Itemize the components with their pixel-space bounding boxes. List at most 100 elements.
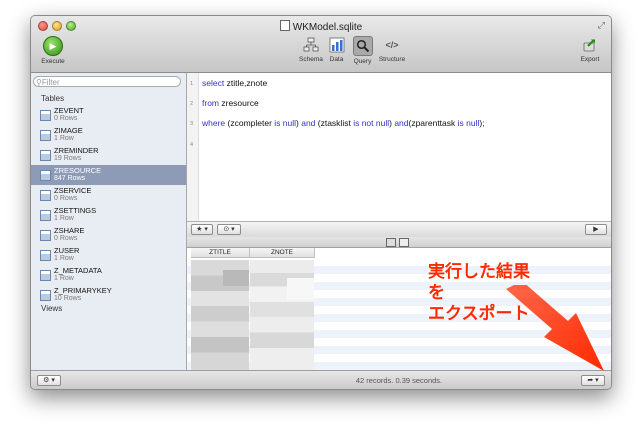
redacted-block bbox=[223, 270, 249, 286]
table-rows: 1 Row bbox=[54, 255, 74, 262]
data-label: Data bbox=[329, 56, 344, 63]
sidebar-item-zsettings[interactable]: ZSETTINGS 1 Row bbox=[31, 205, 186, 225]
table-icon bbox=[40, 190, 51, 201]
line-number: 4 bbox=[190, 142, 194, 148]
table-name: ZSERVICE bbox=[54, 186, 92, 195]
table-rows: 0 Rows bbox=[54, 115, 78, 122]
table-icon bbox=[40, 210, 51, 221]
table-icon bbox=[40, 170, 51, 181]
table-rows: 1 Row bbox=[54, 135, 74, 142]
clock-icon: ⊙ bbox=[223, 226, 230, 233]
editor-toolbar: ★ ▾ ⊙ ▾ ▶ bbox=[187, 221, 611, 238]
line-number: 1 bbox=[190, 81, 194, 87]
table-rows: 19 Rows bbox=[54, 155, 82, 162]
table-icon bbox=[40, 250, 51, 261]
sidebar-item-zshare[interactable]: ZSHARE 0 Rows bbox=[31, 225, 186, 245]
sidebar-item-z-primarykey[interactable]: Z_PRIMARYKEY 10 Rows bbox=[31, 285, 186, 305]
table-icon bbox=[40, 290, 51, 301]
table-name: ZREMINDER bbox=[54, 146, 99, 155]
code-text: ); bbox=[479, 118, 485, 128]
table-name: ZUSER bbox=[54, 246, 80, 255]
query-button[interactable]: Query bbox=[351, 36, 374, 65]
table-name: ZRESOURCE bbox=[54, 166, 102, 175]
code-text: (zcompleter bbox=[225, 118, 275, 128]
sidebar-item-zuser[interactable]: ZUSER 1 Row bbox=[31, 245, 186, 265]
column-header-znote[interactable]: ZNOTE bbox=[250, 248, 315, 258]
titlebar: WKModel.sqlite ⤢ ▶ Execute Schema Data Q… bbox=[31, 16, 611, 73]
table-name: ZEVENT bbox=[54, 106, 84, 115]
data-button[interactable]: Data bbox=[325, 36, 348, 65]
code-text: (ztasklist bbox=[315, 118, 354, 128]
line-number: 2 bbox=[190, 101, 194, 107]
schema-button[interactable]: Schema bbox=[299, 36, 323, 65]
redacted-note-cells bbox=[250, 260, 314, 370]
results-toolbar bbox=[187, 237, 611, 248]
bar-chart-icon bbox=[328, 36, 346, 54]
export-button[interactable]: Export bbox=[577, 36, 603, 63]
annotation-line-1: 実行した結果 bbox=[428, 262, 530, 281]
export-label: Export bbox=[580, 56, 600, 63]
table-rows: 10 Rows bbox=[54, 295, 82, 302]
keyword: where bbox=[202, 118, 226, 128]
fullscreen-icon[interactable]: ⤢ bbox=[598, 20, 605, 31]
favorites-menu-button[interactable]: ★ ▾ bbox=[191, 224, 213, 235]
schema-label: Schema bbox=[299, 56, 323, 63]
redacted-block bbox=[287, 278, 314, 300]
magnifier-icon bbox=[352, 36, 373, 56]
keyword: is null bbox=[457, 118, 480, 128]
query-label: Query bbox=[353, 58, 372, 65]
views-header: Views bbox=[41, 304, 63, 313]
table-rows: 1 Row bbox=[54, 275, 74, 282]
structure-button[interactable]: </> Structure bbox=[377, 36, 407, 65]
sidebar-item-z-metadata[interactable]: Z_METADATA 1 Row bbox=[31, 265, 186, 285]
annotation-arrow-icon bbox=[506, 285, 604, 371]
table-icon bbox=[40, 150, 51, 161]
sql-editor[interactable]: 1 2 3 4 select ztitle,znote from zresour… bbox=[187, 73, 611, 221]
run-query-button[interactable]: ▶ bbox=[585, 224, 607, 235]
execute-label: Execute bbox=[41, 58, 65, 65]
sidebar-item-zresource[interactable]: ZRESOURCE 847 Rows bbox=[31, 165, 186, 185]
filter-search-field[interactable]: ⚲Filter bbox=[33, 76, 181, 87]
sidebar-item-zimage[interactable]: ZIMAGE 1 Row bbox=[31, 125, 186, 145]
table-icon bbox=[40, 270, 51, 281]
folder-icon[interactable] bbox=[386, 238, 396, 247]
table-name: ZIMAGE bbox=[54, 126, 83, 135]
code-brackets-icon: </> bbox=[385, 40, 399, 50]
sidebar-item-zreminder[interactable]: ZREMINDER 19 Rows bbox=[31, 145, 186, 165]
status-text: 42 records. 0.39 seconds. bbox=[355, 376, 443, 385]
table-name: Z_PRIMARYKEY bbox=[54, 286, 112, 295]
execute-button[interactable]: ▶ Execute bbox=[38, 36, 68, 65]
settings-menu-button[interactable]: ⚙ ▾ bbox=[37, 375, 61, 386]
share-arrow-icon: ➦ bbox=[587, 377, 594, 384]
export-icon bbox=[581, 36, 599, 54]
keyword: select bbox=[202, 78, 225, 88]
line-number: 3 bbox=[190, 121, 194, 127]
table-icon bbox=[40, 130, 51, 141]
view-switcher: Schema Data Query </> Structure bbox=[299, 36, 407, 65]
sidebar-item-zservice[interactable]: ZSERVICE 0 Rows bbox=[31, 185, 186, 205]
window-title: WKModel.sqlite bbox=[31, 20, 611, 33]
code-line-2: from zresource bbox=[202, 98, 259, 108]
keyword: is null bbox=[274, 118, 297, 128]
code-line-1: select ztitle,znote bbox=[202, 78, 267, 88]
keyword: and bbox=[394, 118, 409, 128]
table-rows: 1 Row bbox=[54, 215, 74, 222]
attachment-icon[interactable] bbox=[399, 238, 409, 247]
document-icon bbox=[279, 20, 290, 31]
play-icon: ▶ bbox=[593, 226, 599, 233]
sidebar-item-zevent[interactable]: ZEVENT 0 Rows bbox=[31, 105, 186, 125]
table-icon bbox=[40, 110, 51, 121]
code-text: (zparenttask bbox=[408, 118, 458, 128]
table-name: ZSHARE bbox=[54, 226, 85, 235]
code-text: ztitle,znote bbox=[224, 78, 268, 88]
schema-icon bbox=[302, 36, 320, 54]
keyword: and bbox=[301, 118, 316, 128]
line-gutter: 1 2 3 4 bbox=[187, 73, 199, 221]
column-header-ztitle[interactable]: ZTITLE bbox=[191, 248, 250, 258]
table-rows: 847 Rows bbox=[54, 175, 86, 182]
star-icon: ★ bbox=[196, 226, 203, 233]
structure-label: Structure bbox=[378, 56, 406, 63]
sidebar: ⚲Filter Tables ZEVENT 0 Rows ZIMAGE 1 Row … bbox=[31, 73, 187, 370]
history-menu-button[interactable]: ⊙ ▾ bbox=[217, 224, 241, 235]
play-circle-icon: ▶ bbox=[43, 36, 63, 56]
